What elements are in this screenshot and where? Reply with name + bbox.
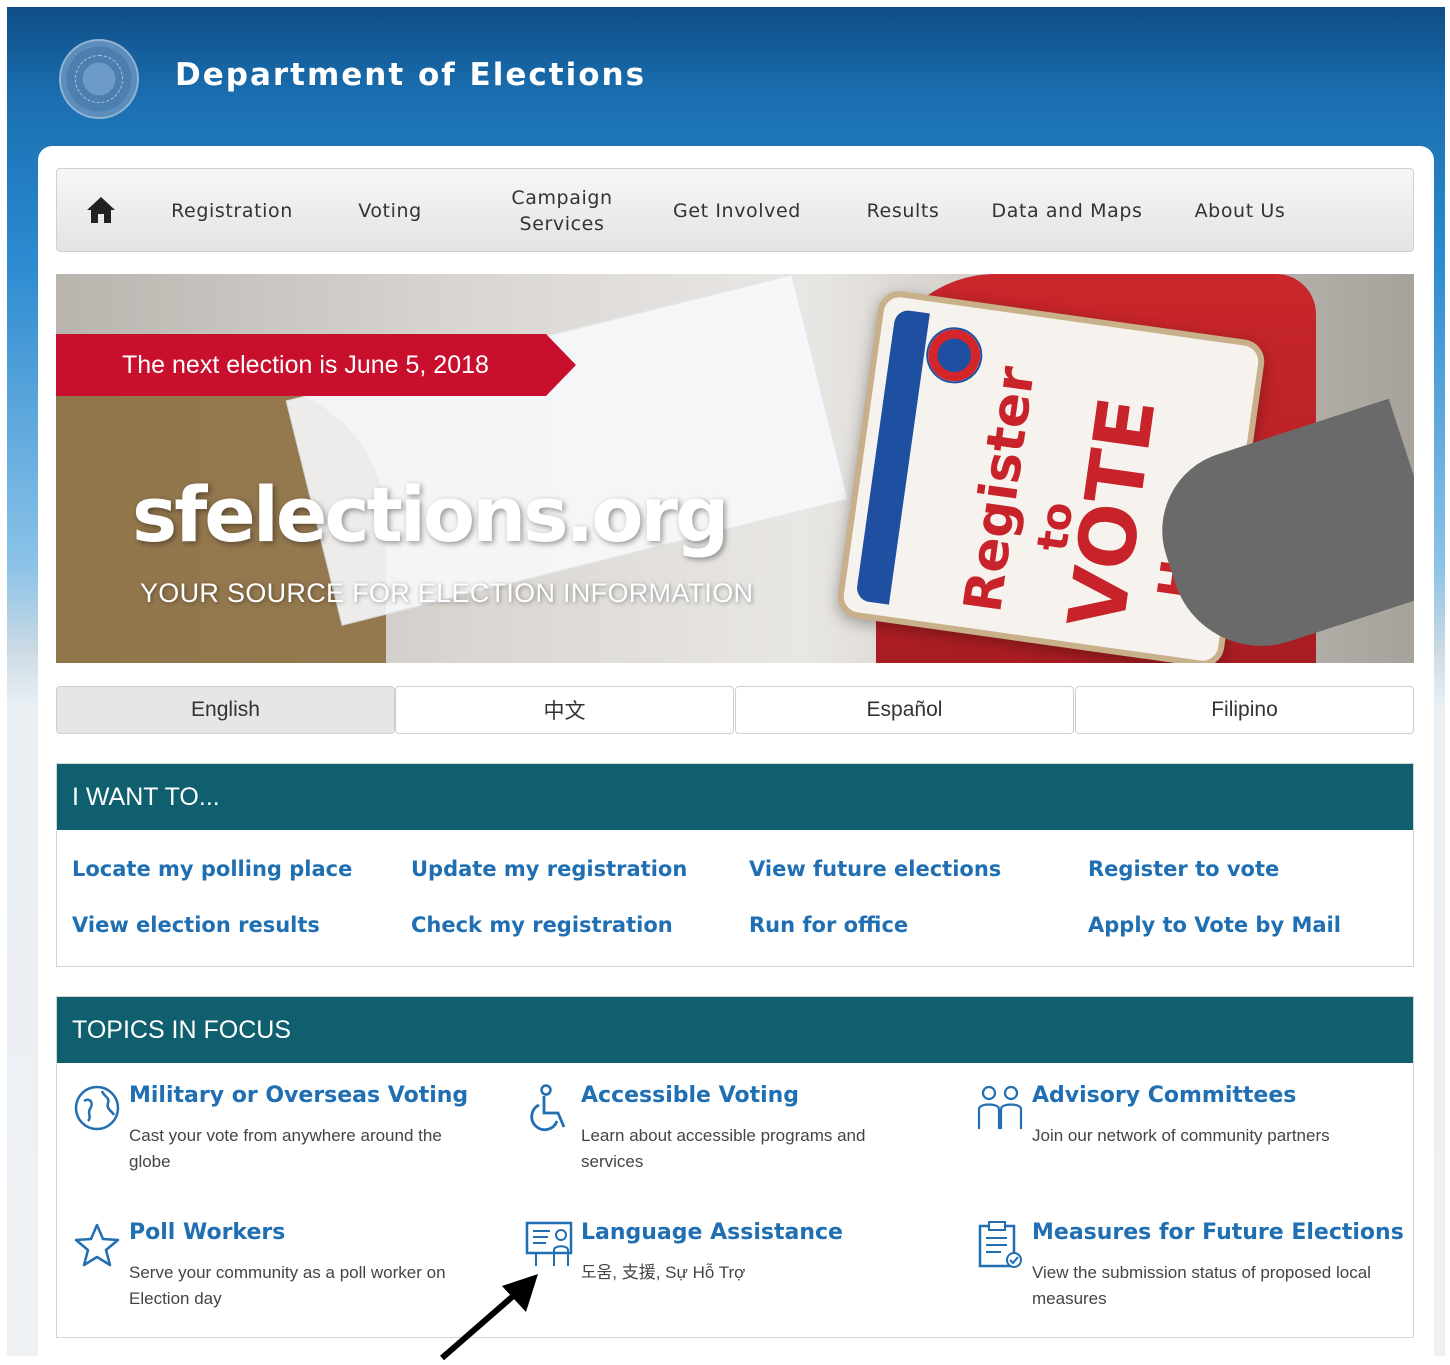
nav-results[interactable]: Results (853, 169, 953, 253)
hero-domain: sfelections.org (132, 470, 729, 559)
site-title[interactable]: Department of Elections (175, 57, 646, 93)
presentation-icon (524, 1220, 574, 1270)
nav-get-involved[interactable]: Get Involved (667, 169, 807, 253)
people-icon (975, 1083, 1025, 1133)
topic-title[interactable]: Measures for Future Elections (1032, 1220, 1404, 1245)
topic-description: Join our network of community partners (1032, 1126, 1330, 1145)
sign-text-vote: VOTE (1052, 392, 1174, 635)
tab-english[interactable]: English (56, 686, 395, 734)
link-view-election-results[interactable]: View election results (72, 913, 320, 937)
nav-campaign-services[interactable]: Campaign Services (497, 169, 627, 253)
link-run-for-office[interactable]: Run for office (749, 913, 908, 937)
hero-tagline: YOUR SOURCE FOR ELECTION INFORMATION (140, 578, 754, 608)
clipboard-icon (975, 1220, 1025, 1270)
nav-about-us[interactable]: About Us (1185, 169, 1295, 253)
topic-description: 도움, 支援, Sự Hỗ Trợ (581, 1263, 746, 1282)
language-tabs: English 中文 Español Filipino (56, 686, 1414, 734)
topic-title[interactable]: Language Assistance (581, 1220, 843, 1245)
hero-banner[interactable]: Register to VOTE Here The next election … (56, 274, 1414, 663)
topic-title[interactable]: Poll Workers (129, 1220, 285, 1245)
globe-icon (72, 1083, 122, 1133)
link-apply-vote-by-mail[interactable]: Apply to Vote by Mail (1088, 913, 1341, 937)
tab-chinese[interactable]: 中文 (395, 686, 734, 734)
main-card: Registration Voting Campaign Services Ge… (38, 146, 1434, 1356)
city-seal-logo[interactable] (59, 39, 139, 119)
i-want-to-panel: I WANT TO... Locate my polling place Upd… (56, 763, 1414, 967)
sign-text-register: Register (953, 362, 1047, 616)
tab-filipino[interactable]: Filipino (1075, 686, 1414, 734)
link-locate-polling-place[interactable]: Locate my polling place (72, 857, 352, 881)
nav-registration[interactable]: Registration (157, 169, 307, 253)
topic-description: View the submission status of proposed l… (1032, 1263, 1371, 1308)
topics-heading: TOPICS IN FOCUS (57, 997, 1413, 1063)
tab-spanish[interactable]: Español (735, 686, 1074, 734)
link-update-registration[interactable]: Update my registration (411, 857, 687, 881)
annotation-arrow-icon (430, 1270, 550, 1361)
topic-description: Learn about accessible programs and serv… (581, 1126, 866, 1171)
home-icon[interactable] (85, 195, 117, 225)
main-nav: Registration Voting Campaign Services Ge… (56, 168, 1414, 252)
site-header: Department of Elections (7, 7, 1445, 147)
nav-voting[interactable]: Voting (345, 169, 435, 253)
wheelchair-icon (524, 1083, 574, 1133)
link-register-to-vote[interactable]: Register to vote (1088, 857, 1279, 881)
link-view-future-elections[interactable]: View future elections (749, 857, 1001, 881)
i-want-to-heading: I WANT TO... (57, 764, 1413, 830)
topic-description: Serve your community as a poll worker on… (129, 1263, 446, 1308)
topic-title[interactable]: Military or Overseas Voting (129, 1083, 468, 1108)
topic-title[interactable]: Advisory Committees (1032, 1083, 1296, 1108)
next-election-banner: The next election is June 5, 2018 (56, 334, 576, 396)
star-icon (72, 1220, 122, 1270)
topic-title[interactable]: Accessible Voting (581, 1083, 799, 1108)
topic-description: Cast your vote from anywhere around the … (129, 1126, 442, 1171)
topics-in-focus-panel: TOPICS IN FOCUS Military or Overseas Vot… (56, 996, 1414, 1338)
nav-data-and-maps[interactable]: Data and Maps (987, 169, 1147, 253)
next-election-text: The next election is June 5, 2018 (122, 351, 489, 379)
link-check-registration[interactable]: Check my registration (411, 913, 673, 937)
